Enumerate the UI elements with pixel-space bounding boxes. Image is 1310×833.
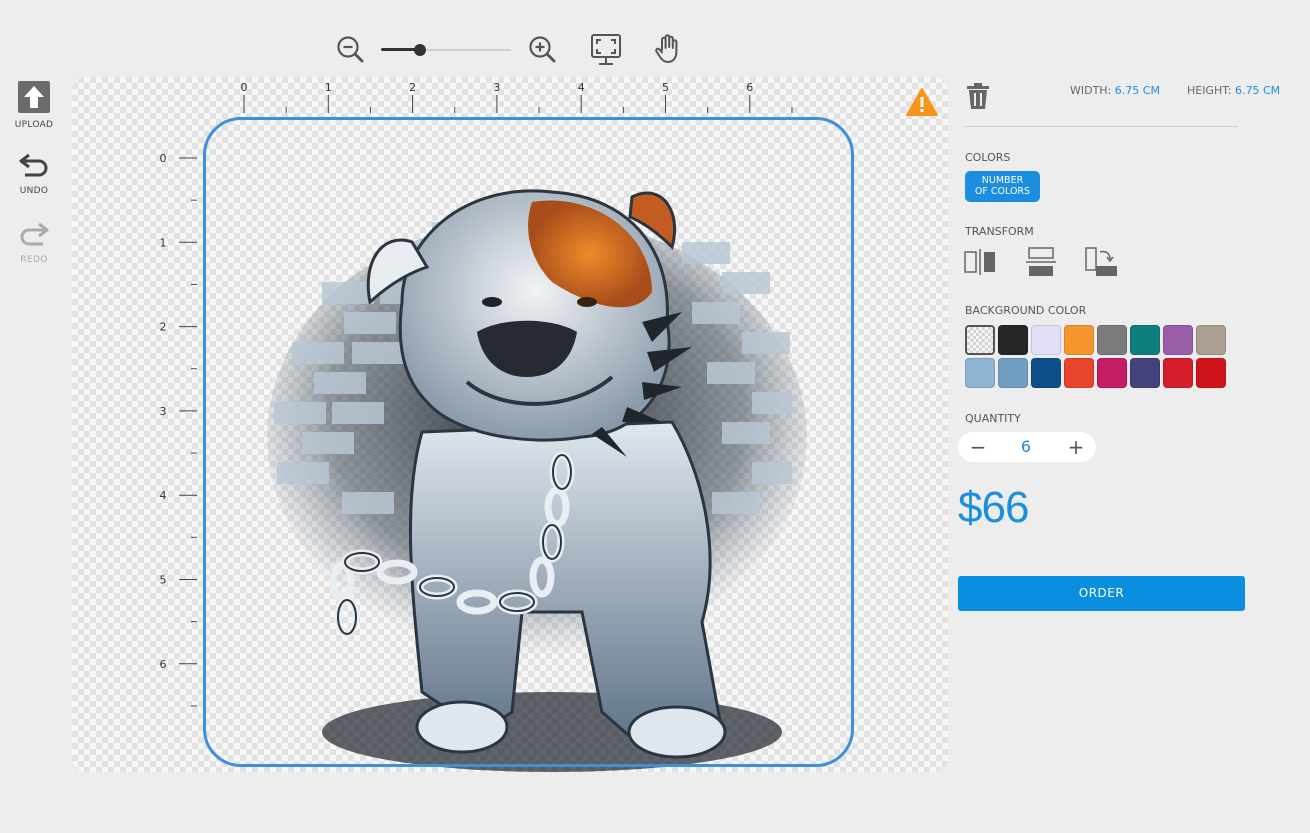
- background-color-heading: BACKGROUND COLOR: [965, 304, 1087, 317]
- quantity-heading: QUANTITY: [965, 412, 1021, 425]
- background-swatch[interactable]: [1031, 325, 1061, 355]
- background-swatch[interactable]: [1064, 358, 1094, 388]
- dimensions-readout: WIDTH: 6.75 CM HEIGHT: 6.75 CM: [1070, 84, 1280, 97]
- undo-button[interactable]: UNDO: [10, 150, 58, 196]
- h-ruler-label: 2: [409, 81, 416, 94]
- redo-button[interactable]: REDO: [10, 219, 58, 265]
- background-swatch[interactable]: [1163, 358, 1193, 388]
- h-ruler-label: 5: [662, 81, 669, 94]
- undo-icon: [19, 153, 48, 177]
- background-swatch[interactable]: [965, 325, 995, 355]
- background-swatch[interactable]: [1163, 325, 1193, 355]
- number-of-colors-line1: NUMBER: [981, 175, 1024, 186]
- h-ruler-label: 4: [578, 81, 585, 94]
- zoom-slider-handle[interactable]: [414, 44, 426, 56]
- background-swatch[interactable]: [1196, 358, 1226, 388]
- h-ruler-label: 6: [746, 81, 753, 94]
- undo-label: UNDO: [19, 186, 49, 196]
- background-swatch[interactable]: [1064, 325, 1094, 355]
- number-of-colors-line2: OF COLORS: [974, 186, 1031, 197]
- print-area[interactable]: [203, 117, 854, 767]
- trash-icon[interactable]: [965, 82, 991, 110]
- v-ruler-label: 5: [160, 574, 167, 587]
- v-ruler-label: 2: [160, 321, 167, 334]
- v-ruler-label: 3: [160, 405, 167, 418]
- flip-vertical-icon[interactable]: [1024, 246, 1058, 278]
- height-label: HEIGHT:: [1186, 84, 1232, 97]
- upload-icon: [18, 81, 50, 113]
- background-swatch[interactable]: [1130, 325, 1160, 355]
- zoom-slider[interactable]: [381, 44, 511, 56]
- width-label: WIDTH:: [1070, 84, 1112, 97]
- zoom-out-icon[interactable]: [335, 34, 365, 64]
- h-ruler-label: 0: [241, 81, 248, 94]
- v-ruler-label: 6: [160, 658, 167, 671]
- price: $66: [958, 483, 1029, 532]
- redo-label: REDO: [20, 255, 48, 265]
- background-swatch[interactable]: [1196, 325, 1226, 355]
- flip-horizontal-icon[interactable]: [963, 246, 997, 278]
- design-canvas[interactable]: 0 1 2 3 4 5 6 0 1 2 3 4 5 6: [72, 77, 948, 772]
- quantity-decrement-button[interactable]: −: [968, 436, 988, 458]
- warning-triangle-icon[interactable]: [905, 87, 939, 117]
- background-swatch[interactable]: [1097, 325, 1127, 355]
- h-ruler-label: 1: [325, 81, 332, 94]
- v-ruler-label: 1: [160, 236, 167, 249]
- upload-label: UPLOAD: [14, 120, 54, 130]
- number-of-colors-button[interactable]: NUMBER OF COLORS: [965, 171, 1040, 202]
- transform-heading: TRANSFORM: [965, 225, 1034, 238]
- hand-pan-icon[interactable]: [653, 33, 683, 65]
- zoom-toolbar: [335, 30, 695, 70]
- background-swatch[interactable]: [1031, 358, 1061, 388]
- background-swatch[interactable]: [1130, 358, 1160, 388]
- rotate-icon[interactable]: [1084, 246, 1118, 278]
- quantity-stepper: − 6 +: [958, 432, 1096, 462]
- colors-heading: COLORS: [965, 151, 1011, 164]
- background-swatch[interactable]: [998, 325, 1028, 355]
- height-value: 6.75 CM: [1234, 84, 1281, 97]
- redo-icon: [20, 222, 49, 246]
- fit-screen-icon[interactable]: [590, 33, 622, 67]
- upload-button[interactable]: UPLOAD: [10, 80, 58, 130]
- h-ruler-label: 3: [493, 81, 500, 94]
- quantity-value[interactable]: 6: [1008, 437, 1044, 456]
- order-button[interactable]: ORDER: [958, 576, 1245, 611]
- zoom-in-icon[interactable]: [527, 34, 557, 64]
- v-ruler-label: 4: [160, 489, 167, 502]
- divider: [964, 126, 1238, 127]
- background-swatch[interactable]: [998, 358, 1028, 388]
- width-value: 6.75 CM: [1114, 84, 1160, 97]
- v-ruler-label: 0: [160, 152, 167, 165]
- quantity-increment-button[interactable]: +: [1066, 436, 1086, 458]
- background-swatch[interactable]: [1097, 358, 1127, 388]
- background-swatch[interactable]: [965, 358, 995, 388]
